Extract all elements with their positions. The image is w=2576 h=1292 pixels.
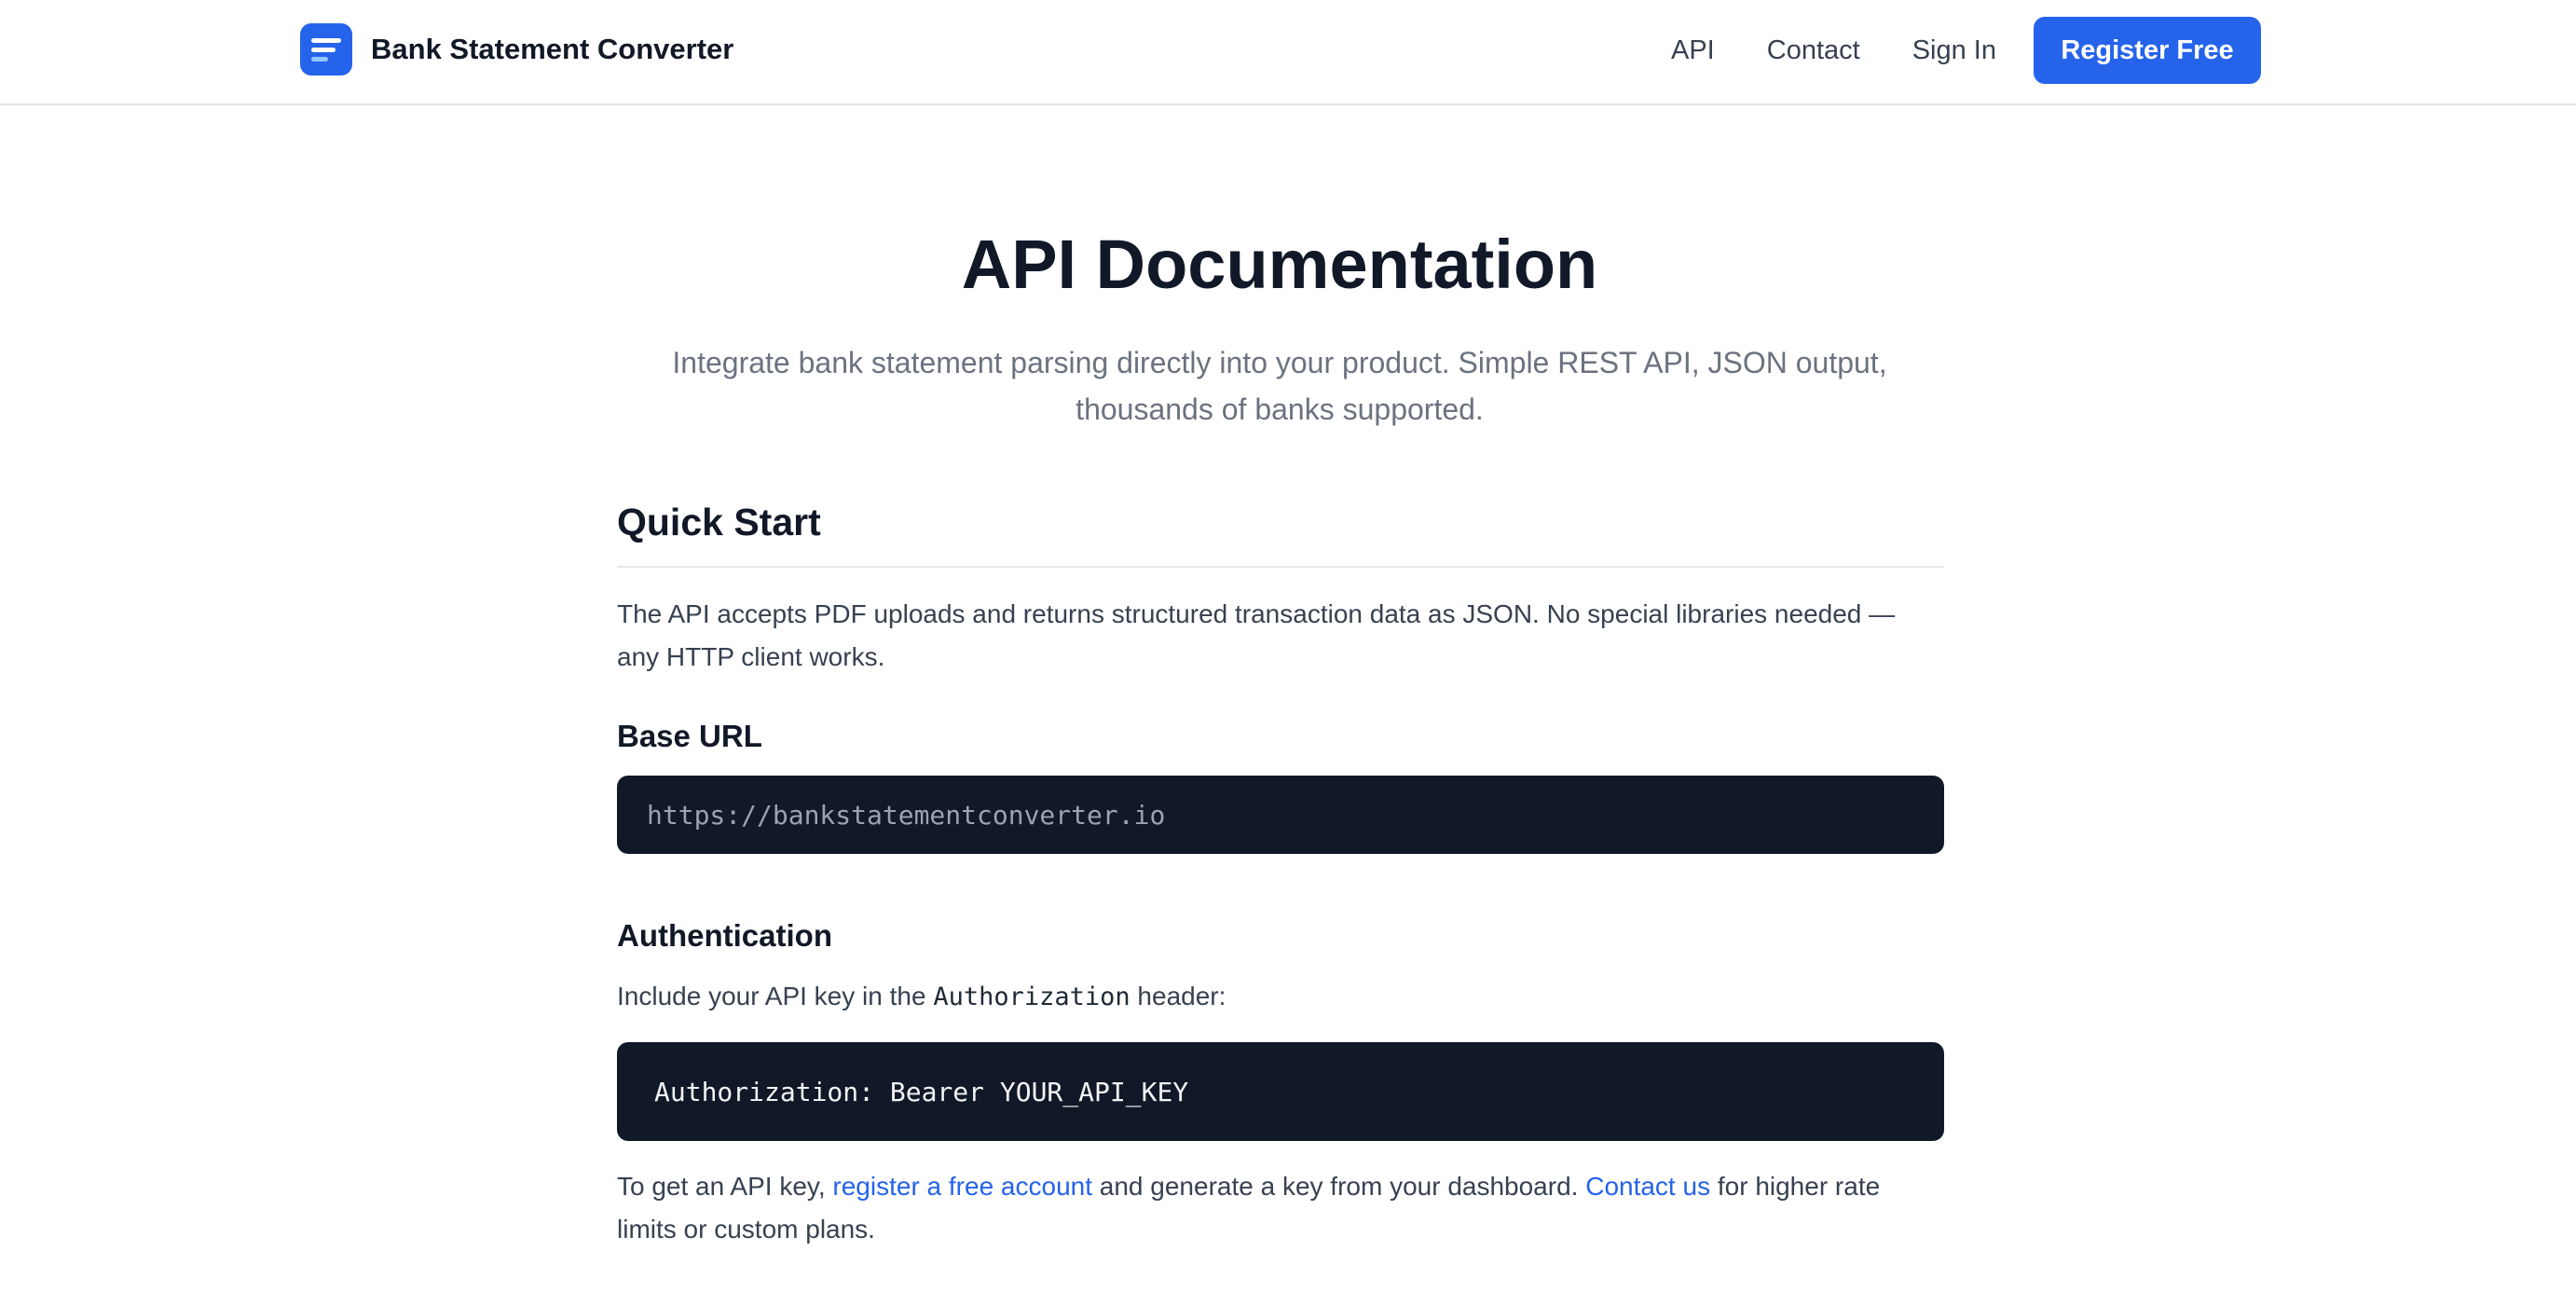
intro-line-1: The API accepts PDF uploads and returns …	[617, 599, 1896, 628]
key-text-3: for higher rate	[1710, 1172, 1881, 1201]
base-url-heading: Base URL	[617, 719, 762, 753]
brand-name: Bank Statement Converter	[371, 33, 734, 65]
subtitle-line-1: Integrate bank statement parsing directl…	[672, 346, 1887, 379]
auth-example-value: Authorization: Bearer YOUR_API_KEY	[654, 1076, 1189, 1107]
auth-text-after: header:	[1130, 982, 1226, 1010]
nav-link-contact[interactable]: Contact	[1767, 35, 1860, 66]
subtitle-line-2: thousands of banks supported.	[1076, 392, 1484, 426]
register-account-link[interactable]: register a free account	[832, 1172, 1092, 1201]
site-header: Bank Statement Converter API Contact Sig…	[0, 0, 2576, 105]
document-lines-icon	[300, 23, 352, 76]
key-text-4: limits or custom plans.	[617, 1215, 875, 1244]
section-divider	[617, 566, 1944, 568]
key-text-1: To get an API key,	[617, 1172, 833, 1201]
key-text-2: and generate a key from your dashboard.	[1092, 1172, 1586, 1201]
page-title: API Documentation	[961, 226, 1598, 303]
auth-text-before: Include your API key in the	[617, 982, 934, 1010]
nav-link-sign-in[interactable]: Sign In	[1912, 35, 1996, 66]
quick-start-heading: Quick Start	[617, 501, 821, 543]
register-free-button[interactable]: Register Free	[2034, 17, 2261, 84]
quick-start-intro: The API accepts PDF uploads and returns …	[617, 593, 1944, 679]
auth-header-name: Authorization	[933, 983, 1130, 1011]
nav-link-api[interactable]: API	[1671, 35, 1715, 66]
base-url-value: https://bankstatementconverter.io	[647, 799, 1166, 831]
brand-link[interactable]: Bank Statement Converter	[300, 23, 733, 76]
authentication-heading: Authentication	[617, 918, 832, 953]
api-key-text: To get an API key, register a free accou…	[617, 1165, 1944, 1251]
top-nav: API Contact Sign In Register Free	[1671, 0, 2261, 101]
contact-us-link[interactable]: Contact us	[1585, 1172, 1710, 1201]
page-subtitle: Integrate bank statement parsing directl…	[636, 339, 1924, 433]
base-url-code-block[interactable]: https://bankstatementconverter.io	[617, 776, 1944, 854]
auth-example-code-block[interactable]: Authorization: Bearer YOUR_API_KEY	[617, 1042, 1944, 1141]
authentication-text: Include your API key in the Authorizatio…	[617, 975, 1944, 1019]
intro-line-2: any HTTP client works.	[617, 642, 885, 671]
